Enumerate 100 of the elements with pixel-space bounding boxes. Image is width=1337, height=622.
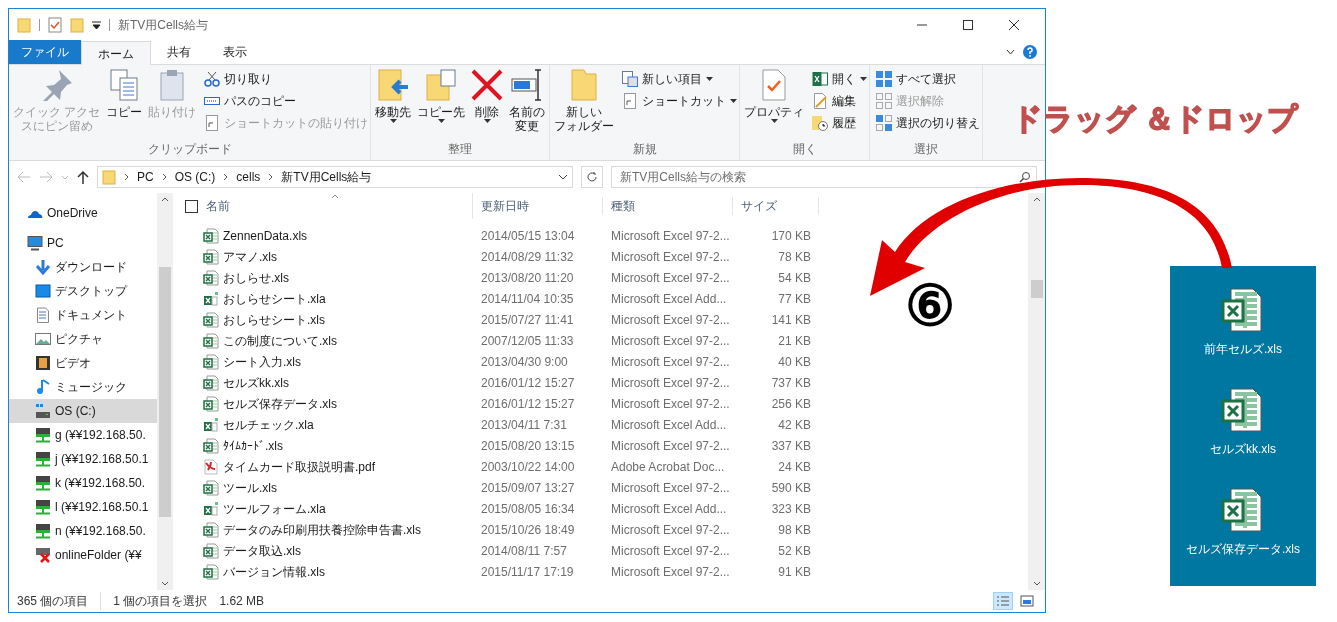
nav-item[interactable]: g (¥¥192.168.50. [9, 423, 157, 447]
properties-icon[interactable] [48, 17, 62, 33]
desktop-file[interactable]: セルズkk.xls [1210, 388, 1276, 458]
nav-item[interactable]: ドキュメント [9, 303, 157, 327]
file-row[interactable]: ツールフォーム.xla 2015/08/05 16:34 Microsoft Excel Add... 323 KB [181, 498, 1028, 519]
nav-item[interactable]: OS (C:) [9, 399, 157, 423]
scissors-icon [204, 70, 221, 87]
ribbon-button[interactable]: 削除 [469, 69, 506, 123]
help-icon[interactable] [1023, 45, 1037, 59]
ribbon-button[interactable]: プロパティ [742, 69, 807, 123]
scroll-up-icon[interactable] [1032, 197, 1041, 202]
file-size: 91 KB [777, 563, 812, 581]
file-name: おしらせシート.xla [223, 290, 326, 308]
file-type: Microsoft Excel 97-2... [610, 374, 731, 392]
file-row[interactable]: データのみ印刷用扶養控除申告書.xls 2015/10/26 18:49 Microsoft Excel 97-2... 98 KB [181, 519, 1028, 540]
column-header[interactable]: 更新日時 [473, 197, 603, 215]
nav-item[interactable]: PC [9, 231, 157, 255]
ribbon-tab[interactable]: 共有 [151, 40, 207, 64]
scrollbar[interactable] [1028, 193, 1045, 590]
up-icon[interactable] [77, 170, 89, 184]
dropdown-icon[interactable] [92, 21, 101, 29]
expand-ribbon-icon[interactable] [1006, 49, 1015, 55]
network-drive-icon [35, 427, 51, 443]
file-name: データのみ印刷用扶養控除申告書.xls [223, 521, 421, 539]
scrollbar[interactable] [157, 193, 173, 590]
file-row[interactable]: シート入力.xls 2013/04/30 9:00 Microsoft Excel 97-2... 40 KB [181, 351, 1028, 372]
file-row[interactable]: データ取込.xls 2014/08/11 7:57 Microsoft Excel 97-2... 52 KB [181, 540, 1028, 561]
network-drive-icon [35, 523, 51, 539]
ribbon-button[interactable]: ショートカット [622, 91, 738, 110]
ribbon-button[interactable]: 選択の切り替え [876, 113, 981, 132]
nav-item[interactable]: l (¥¥192.168.50.1 [9, 495, 157, 519]
column-header[interactable]: 種類 [603, 197, 733, 215]
invert-selection-icon [876, 114, 893, 131]
breadcrumb[interactable]: 新TV用Cells給与 [281, 168, 372, 186]
file-size: 40 KB [777, 353, 812, 371]
file-row[interactable]: ZennenData.xls 2014/05/15 13:04 Microsoft Excel 97-2... 170 KB [181, 225, 1028, 246]
file-row[interactable]: セルズkk.xls 2016/01/12 15:27 Microsoft Excel 97-2... 737 KB [181, 372, 1028, 393]
file-row[interactable]: アマノ.xls 2014/08/29 11:32 Microsoft Excel 97-2... 78 KB [181, 246, 1028, 267]
nav-item[interactable]: デスクトップ [9, 279, 157, 303]
dropdown-icon[interactable] [558, 174, 568, 180]
ribbon-button[interactable]: 移動先 [373, 69, 414, 123]
nav-item[interactable]: ミュージック [9, 375, 157, 399]
ribbon-button[interactable]: 編集 [812, 91, 868, 110]
scroll-down-icon[interactable] [161, 581, 169, 586]
ribbon-button[interactable]: コピー [104, 69, 145, 119]
file-row[interactable]: ツール.xls 2015/09/07 13:27 Microsoft Excel 97-2... 590 KB [181, 477, 1028, 498]
ribbon-tab[interactable]: ホーム [81, 41, 151, 65]
nav-item[interactable]: ピクチャ [9, 327, 157, 351]
refresh-button[interactable] [581, 166, 603, 188]
group-label: 開く [791, 142, 818, 158]
file-type: Microsoft Excel 97-2... [610, 353, 731, 371]
nav-item[interactable]: ダウンロード [9, 255, 157, 279]
file-row[interactable]: タイムカード取扱説明書.pdf 2003/10/22 14:00 Adobe Acrobat Doc... 24 KB [181, 456, 1028, 477]
column-header[interactable]: 名前 [206, 197, 230, 215]
ribbon-button[interactable]: 新しい項目 [622, 69, 738, 88]
thumbnail-view-button[interactable] [1017, 592, 1037, 610]
nav-item[interactable]: n (¥¥192.168.50. [9, 519, 157, 543]
ribbon-button[interactable]: 切り取り [204, 69, 369, 88]
desktop-file[interactable]: セルズ保存データ.xls [1186, 488, 1300, 558]
nav-item[interactable]: OneDrive [9, 201, 157, 225]
scroll-thumb[interactable] [1030, 280, 1043, 298]
nav-item[interactable]: ビデオ [9, 351, 157, 375]
breadcrumb[interactable]: PC [137, 168, 154, 186]
excel-file-icon [203, 437, 219, 454]
scroll-thumb[interactable] [159, 266, 171, 517]
file-size: 737 KB [770, 374, 812, 392]
ribbon-button[interactable]: コピー先 [415, 69, 468, 123]
search-field[interactable]: 新TV用Cells給与の検索 [611, 166, 1037, 188]
ribbon-button[interactable]: 新しい フォルダー [552, 69, 617, 133]
ribbon-button[interactable]: 開く [812, 69, 868, 88]
breadcrumb[interactable]: cells [236, 168, 261, 186]
file-row[interactable]: バージョン情報.xls 2015/11/17 17:19 Microsoft Excel 97-2... 91 KB [181, 561, 1028, 582]
desktop-file[interactable]: 前年セルズ.xls [1204, 288, 1282, 358]
address-bar[interactable]: PC OS (C:) cells 新TV用Cells給与 [97, 166, 573, 188]
nav-item[interactable]: onlineFolder (¥¥ [9, 543, 157, 567]
file-row[interactable]: セルズ保存データ.xls 2016/01/12 15:27 Microsoft Excel 97-2... 256 KB [181, 393, 1028, 414]
nav-item[interactable]: k (¥¥192.168.50. [9, 471, 157, 495]
ribbon-button[interactable]: 名前の 変更 [507, 69, 548, 133]
folder-copy-icon [425, 69, 458, 101]
picture-icon [35, 331, 51, 347]
file-name: セルズkk.xls [223, 374, 289, 392]
ribbon-button[interactable]: パスのコピー [204, 91, 369, 110]
scroll-down-icon[interactable] [1032, 581, 1041, 586]
select-all-checkbox[interactable] [185, 199, 198, 213]
breadcrumb[interactable]: OS (C:) [174, 168, 216, 186]
ribbon-button[interactable]: すべて選択 [876, 69, 981, 88]
file-row[interactable]: セルチェック.xla 2013/04/11 7:31 Microsoft Excel Add... 42 KB [181, 414, 1028, 435]
scroll-up-icon[interactable] [161, 197, 169, 202]
sort-up-icon [331, 194, 339, 199]
nav-item[interactable]: j (¥¥192.168.50.1 [9, 447, 157, 471]
chevron-icon[interactable] [268, 173, 274, 181]
chevron-icon[interactable] [223, 173, 229, 181]
ribbon-tab[interactable]: 表示 [207, 40, 263, 64]
chevron-icon[interactable] [124, 173, 129, 181]
ribbon-button[interactable]: 履歴 [812, 113, 868, 132]
chevron-icon[interactable] [161, 173, 167, 181]
ribbon-tab[interactable]: ファイル [9, 40, 81, 64]
excel-addin-icon [203, 416, 219, 433]
column-header[interactable]: サイズ [733, 197, 819, 215]
file-row[interactable]: ﾀｲﾑｶｰﾄﾞ.xls 2015/08/20 13:15 Microsoft Excel 97-2... 337 KB [181, 435, 1028, 456]
